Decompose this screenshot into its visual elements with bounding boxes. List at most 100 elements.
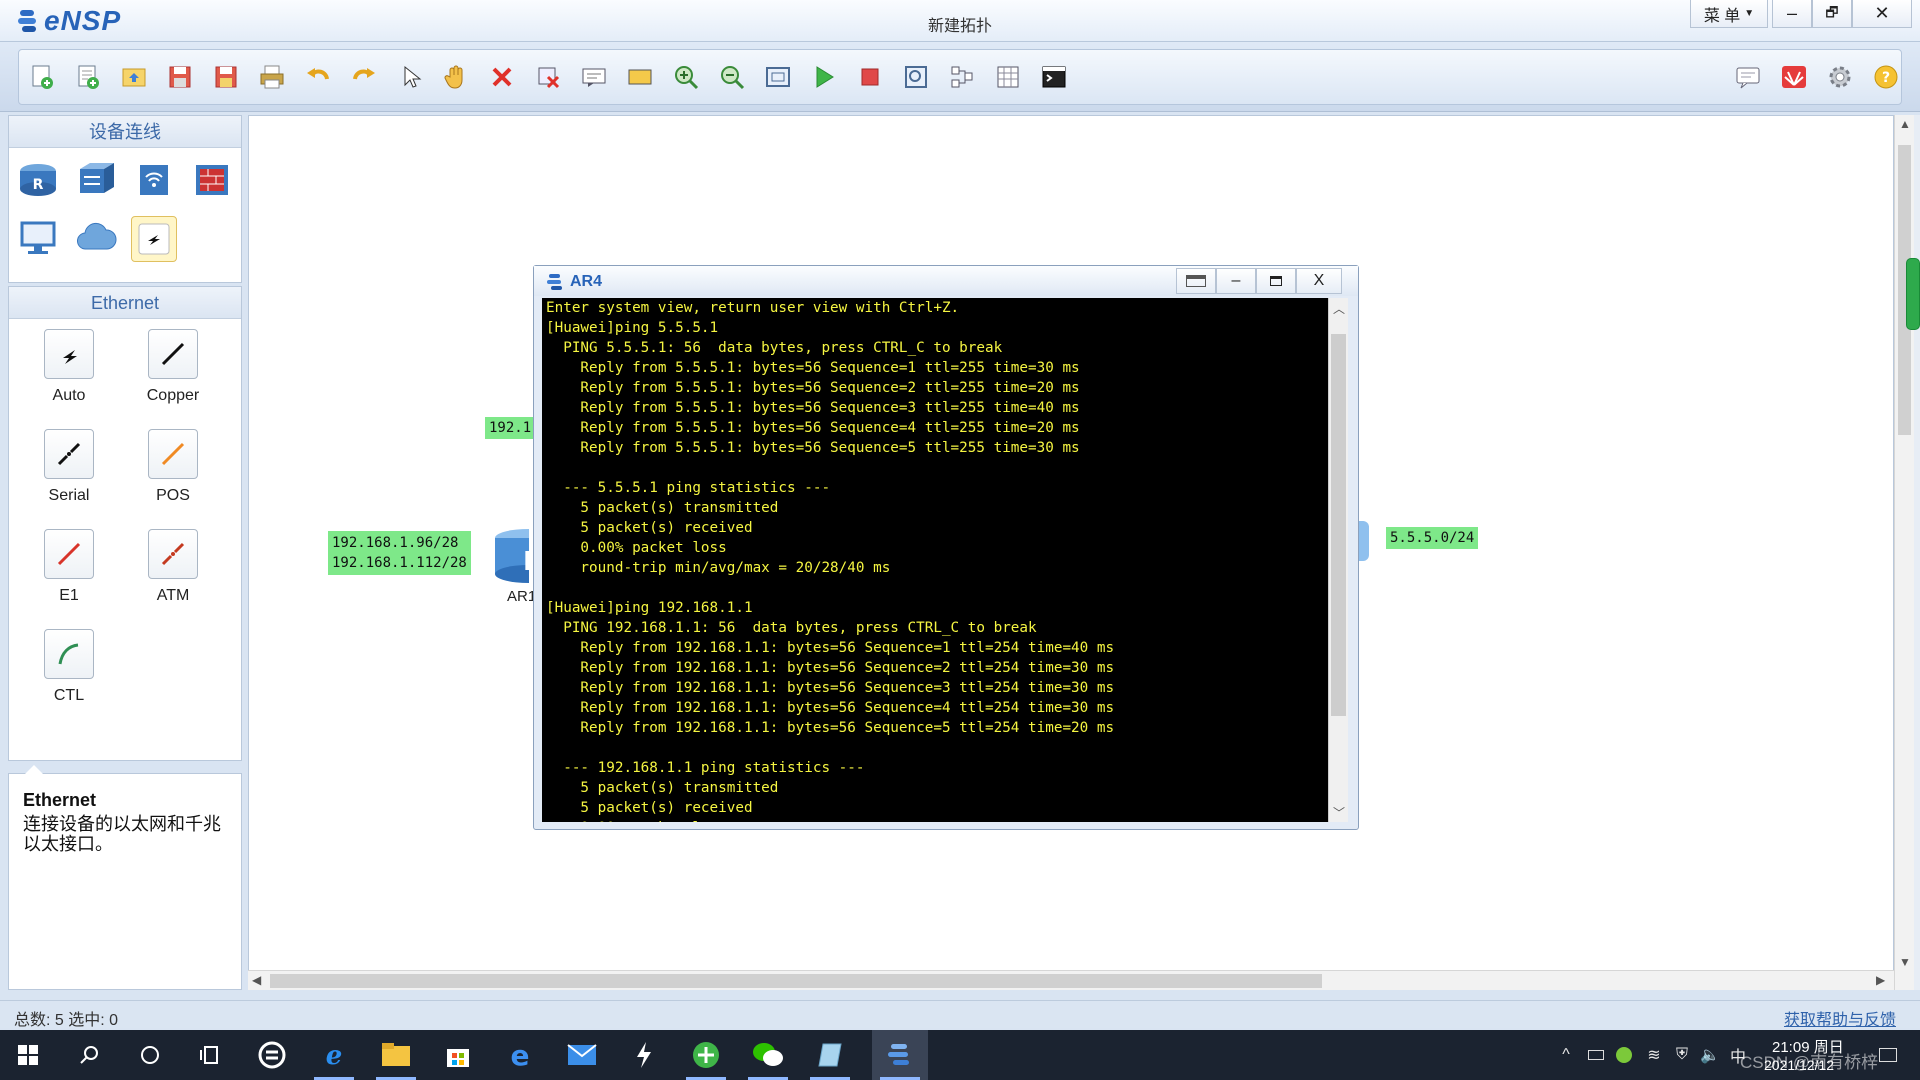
scroll-thumb[interactable] bbox=[1331, 334, 1346, 716]
cable-ctl[interactable]: CTL bbox=[17, 629, 121, 705]
help-feedback-link[interactable]: 获取帮助与反馈 bbox=[1784, 1006, 1896, 1030]
save-as-icon[interactable] bbox=[209, 60, 243, 94]
scroll-thumb[interactable] bbox=[270, 974, 1322, 988]
cortana-icon[interactable] bbox=[122, 1030, 178, 1080]
auto-cable-icon bbox=[44, 329, 94, 379]
wechat-icon[interactable] bbox=[740, 1030, 796, 1080]
scroll-up-icon[interactable]: ▲ bbox=[1899, 117, 1911, 131]
zoom-in-icon[interactable] bbox=[669, 60, 703, 94]
cable-copper[interactable]: Copper bbox=[121, 329, 225, 405]
connection-icon[interactable] bbox=[131, 216, 177, 262]
capture-icon[interactable] bbox=[899, 60, 933, 94]
title-bar: eNSP 新建拓扑 菜 单 ▼ – 🗗 ✕ bbox=[0, 0, 1920, 42]
edge-icon[interactable]: e bbox=[492, 1030, 548, 1080]
zoom-out-icon[interactable] bbox=[715, 60, 749, 94]
browser-360-icon[interactable] bbox=[678, 1030, 734, 1080]
network-label[interactable]: 192.1 bbox=[485, 417, 536, 439]
scroll-left-icon[interactable]: ◀ bbox=[252, 973, 261, 987]
scroll-up-icon[interactable]: ︿ bbox=[1333, 300, 1345, 317]
switch-icon[interactable] bbox=[73, 156, 119, 202]
ensp-lightning-icon[interactable] bbox=[616, 1030, 672, 1080]
cloud-icon[interactable] bbox=[73, 216, 119, 262]
scroll-down-icon[interactable]: ▼ bbox=[1899, 955, 1911, 969]
firewall-icon[interactable] bbox=[189, 156, 235, 202]
minimize-icon: – bbox=[1231, 272, 1241, 289]
ie-icon[interactable]: e bbox=[306, 1030, 362, 1080]
redo-icon[interactable] bbox=[347, 60, 381, 94]
cable-serial[interactable]: Serial bbox=[17, 429, 121, 505]
terminal-line: Reply from 192.168.1.1: bytes=56 Sequenc… bbox=[546, 660, 1115, 676]
pan-hand-icon[interactable] bbox=[439, 60, 473, 94]
file-explorer-icon[interactable] bbox=[368, 1030, 424, 1080]
huawei-icon[interactable] bbox=[1777, 60, 1811, 94]
network-label-right[interactable]: 5.5.5.0/24 bbox=[1386, 527, 1479, 549]
print-icon[interactable] bbox=[255, 60, 289, 94]
save-icon[interactable] bbox=[163, 60, 197, 94]
wlan-icon[interactable] bbox=[131, 156, 177, 202]
open-icon[interactable] bbox=[117, 60, 151, 94]
main-menu-button[interactable]: 菜 单 ▼ bbox=[1690, 0, 1768, 28]
start-icon[interactable] bbox=[807, 60, 841, 94]
notification-icon[interactable] bbox=[1878, 1045, 1898, 1065]
terminal-title-bar[interactable]: AR4 – X bbox=[534, 266, 1358, 296]
terminal-output[interactable]: Enter system view, return user view with… bbox=[542, 298, 1328, 822]
search-icon[interactable] bbox=[62, 1030, 118, 1080]
help-icon[interactable]: ? bbox=[1869, 60, 1903, 94]
router-icon[interactable]: R bbox=[493, 528, 563, 584]
settings-icon[interactable] bbox=[1823, 60, 1857, 94]
router-icon[interactable]: R bbox=[15, 156, 61, 202]
scroll-down-icon[interactable]: ﹀ bbox=[1333, 804, 1345, 821]
terminal-line: Reply from 5.5.5.1: bytes=56 Sequence=3 … bbox=[546, 400, 1080, 416]
new-topology-icon[interactable] bbox=[25, 60, 59, 94]
scroll-right-icon[interactable]: ▶ bbox=[1876, 973, 1885, 987]
minimize-button[interactable]: – bbox=[1772, 0, 1812, 28]
side-tab[interactable] bbox=[1906, 258, 1920, 330]
shield-icon[interactable]: ⛨ bbox=[1672, 1045, 1692, 1065]
vertical-scrollbar[interactable]: ▲ ▼ bbox=[1894, 115, 1914, 990]
cable-e1[interactable]: E1 bbox=[17, 529, 121, 605]
terminal-line: Reply from 5.5.5.1: bytes=56 Sequence=2 … bbox=[546, 380, 1080, 396]
wifi-icon[interactable]: ≋ bbox=[1644, 1045, 1664, 1065]
terminal-window[interactable]: AR4 – X Enter system view, return user v… bbox=[533, 265, 1359, 830]
mail-icon[interactable] bbox=[554, 1030, 610, 1080]
ensp-icon[interactable] bbox=[872, 1030, 928, 1080]
terminal-minimize-button[interactable]: – bbox=[1216, 268, 1256, 294]
new-lab-icon[interactable] bbox=[71, 60, 105, 94]
cable-atm[interactable]: ATM bbox=[121, 529, 225, 605]
terminal-option-button[interactable] bbox=[1176, 268, 1216, 294]
select-icon[interactable] bbox=[393, 60, 427, 94]
rectangle-icon[interactable] bbox=[623, 60, 657, 94]
stop-icon[interactable] bbox=[853, 60, 887, 94]
terminal-scrollbar[interactable]: ︿ ﹀ bbox=[1328, 298, 1348, 822]
pc-icon[interactable] bbox=[15, 216, 61, 262]
app-s-icon[interactable] bbox=[244, 1030, 300, 1080]
topology-icon[interactable] bbox=[945, 60, 979, 94]
battery-icon[interactable] bbox=[1586, 1045, 1606, 1065]
terminal-title: AR4 bbox=[570, 273, 603, 290]
chevron-up-icon[interactable]: ^ bbox=[1556, 1045, 1576, 1065]
ar1-network-label[interactable]: 192.168.1.96/28 192.168.1.112/28 bbox=[328, 531, 471, 575]
volume-icon[interactable]: 🔈 bbox=[1700, 1045, 1720, 1065]
restore-button[interactable]: 🗗 bbox=[1812, 0, 1852, 28]
task-view-icon[interactable] bbox=[182, 1030, 238, 1080]
chat-icon[interactable] bbox=[1731, 60, 1765, 94]
text-icon[interactable] bbox=[577, 60, 611, 94]
undo-icon[interactable] bbox=[301, 60, 335, 94]
security-icon[interactable] bbox=[1614, 1045, 1634, 1065]
cable-auto[interactable]: Auto bbox=[17, 329, 121, 405]
cable-pos[interactable]: POS bbox=[121, 429, 225, 505]
terminal-close-button[interactable]: X bbox=[1296, 268, 1342, 294]
terminal-line: Reply from 5.5.5.1: bytes=56 Sequence=1 … bbox=[546, 360, 1080, 376]
store-icon[interactable] bbox=[430, 1030, 486, 1080]
windows-start-icon[interactable] bbox=[0, 1030, 56, 1080]
cli-icon[interactable] bbox=[1037, 60, 1071, 94]
fit-icon[interactable] bbox=[761, 60, 795, 94]
virtualbox-icon[interactable] bbox=[802, 1030, 858, 1080]
delete-links-icon[interactable] bbox=[531, 60, 565, 94]
terminal-line: 0.00% packet loss bbox=[546, 540, 727, 556]
horizontal-scrollbar[interactable]: ◀ ▶ bbox=[248, 970, 1894, 990]
grid-icon[interactable] bbox=[991, 60, 1025, 94]
close-button[interactable]: ✕ bbox=[1852, 0, 1912, 28]
delete-icon[interactable] bbox=[485, 60, 519, 94]
terminal-maximize-button[interactable] bbox=[1256, 268, 1296, 294]
